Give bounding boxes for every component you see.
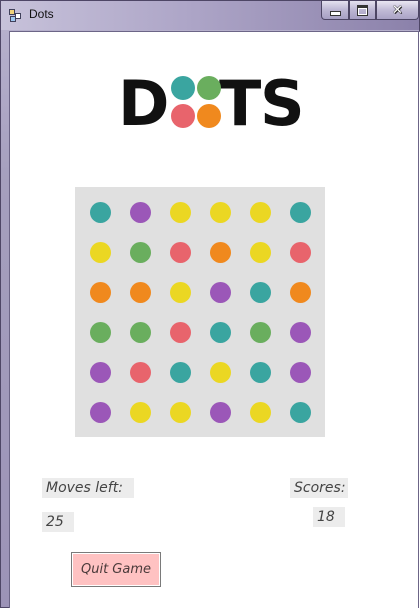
maximize-button[interactable] <box>349 1 376 20</box>
dot-green[interactable] <box>130 322 151 343</box>
logo-dot-orange <box>197 104 221 128</box>
logo-dot-green <box>197 76 221 100</box>
close-icon: ✕ <box>392 2 403 18</box>
dot-green[interactable] <box>90 322 111 343</box>
scores-label: Scores: <box>290 478 348 498</box>
dot-teal[interactable] <box>250 362 271 383</box>
dot-yellow[interactable] <box>250 242 271 263</box>
dot-red[interactable] <box>170 322 191 343</box>
dot-yellow[interactable] <box>210 362 231 383</box>
dot-yellow[interactable] <box>90 242 111 263</box>
dot-orange[interactable] <box>130 282 151 303</box>
dot-red[interactable] <box>170 242 191 263</box>
dot-teal[interactable] <box>250 282 271 303</box>
app-icon[interactable] <box>9 9 22 22</box>
dot-purple[interactable] <box>90 402 111 423</box>
dot-red[interactable] <box>130 362 151 383</box>
logo-letter-t: T <box>219 67 262 140</box>
dot-yellow[interactable] <box>170 402 191 423</box>
dot-yellow[interactable] <box>170 282 191 303</box>
dot-purple[interactable] <box>290 322 311 343</box>
dot-orange[interactable] <box>90 282 111 303</box>
dot-yellow[interactable] <box>170 202 191 223</box>
dot-purple[interactable] <box>290 362 311 383</box>
dot-teal[interactable] <box>210 322 231 343</box>
minimize-button[interactable] <box>321 1 349 20</box>
dot-yellow[interactable] <box>250 202 271 223</box>
moves-left-label: Moves left: <box>42 478 134 498</box>
title-bar[interactable]: Dots ✕ <box>1 1 419 30</box>
moves-left-value: 25 <box>42 512 74 532</box>
dot-teal[interactable] <box>170 362 191 383</box>
dot-purple[interactable] <box>210 282 231 303</box>
dot-orange[interactable] <box>290 282 311 303</box>
dot-teal[interactable] <box>290 402 311 423</box>
window-title: Dots <box>29 7 54 21</box>
logo-letter-d: D <box>118 67 170 140</box>
dot-teal[interactable] <box>90 202 111 223</box>
dot-orange[interactable] <box>210 242 231 263</box>
dot-green[interactable] <box>250 322 271 343</box>
dot-purple[interactable] <box>210 402 231 423</box>
dot-purple[interactable] <box>130 202 151 223</box>
game-board <box>75 187 325 437</box>
dot-yellow[interactable] <box>250 402 271 423</box>
minimize-icon <box>329 10 341 16</box>
dot-teal[interactable] <box>290 202 311 223</box>
dot-yellow[interactable] <box>210 202 231 223</box>
quit-game-button[interactable]: Quit Game <box>71 552 161 587</box>
logo-dot-red <box>171 104 195 128</box>
logo-letter-s: S <box>260 67 305 140</box>
dots-logo: D T S <box>118 67 308 140</box>
scores-value: 18 <box>313 507 345 527</box>
dot-red[interactable] <box>290 242 311 263</box>
dot-purple[interactable] <box>90 362 111 383</box>
dot-yellow[interactable] <box>130 402 151 423</box>
maximize-icon <box>357 4 368 16</box>
dot-green[interactable] <box>130 242 151 263</box>
client-area: D T S Moves left: 25 Scores: 18 Quit Gam… <box>9 31 420 608</box>
logo-dot-teal <box>171 76 195 100</box>
window-border <box>418 31 419 608</box>
close-button[interactable]: ✕ <box>376 1 419 20</box>
app-window: Dots ✕ D T S Moves left: 25 Scores: 18 Q… <box>0 0 420 608</box>
